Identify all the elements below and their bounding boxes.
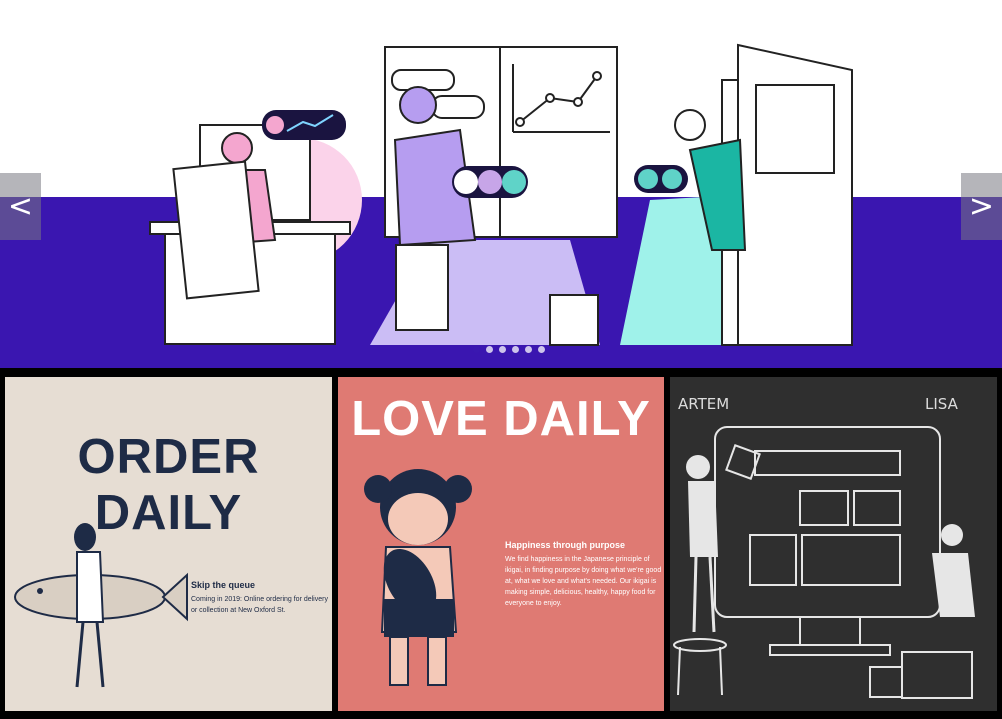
promo-tile-grid: ORDER DAILY Skip the queue Coming in 201…	[0, 371, 1002, 719]
tile-body: We find happiness in the Japanese princi…	[505, 556, 662, 607]
team-monitor-illustration	[673, 426, 975, 699]
tile-title: ORDER DAILY	[77, 430, 260, 540]
carousel-prev-button[interactable]: <	[0, 173, 41, 240]
carousel-next-button[interactable]: >	[961, 173, 1002, 240]
tile-heading: Happiness through purpose	[505, 540, 626, 550]
fish-carrier-illustration	[14, 523, 188, 688]
carousel-dot[interactable]	[538, 346, 545, 353]
name-lisa: LISA	[925, 395, 958, 413]
tile-copy: Happiness through purpose We find happin…	[505, 540, 664, 609]
hero-illustration	[0, 43, 1002, 368]
carousel-dot[interactable]	[473, 346, 480, 353]
love-daily-tile[interactable]: LOVE DAILY Happiness through purpose We …	[338, 377, 664, 711]
hero-carousel: < >	[0, 0, 1002, 368]
tile-copy: Skip the queue Coming in 2019: Online or…	[191, 580, 331, 616]
tile-body: Coming in 2019: Online ordering for deli…	[191, 596, 328, 614]
name-artem: ARTEM	[678, 395, 730, 413]
team-tile[interactable]: ARTEM LISA	[670, 377, 997, 711]
carousel-dot[interactable]	[525, 346, 532, 353]
carousel-dot[interactable]	[486, 346, 493, 353]
carousel-dots	[473, 346, 545, 353]
carousel-dot[interactable]	[499, 346, 506, 353]
tile-title: LOVE DAILY	[351, 392, 651, 446]
tile-heading: Skip the queue	[191, 580, 256, 590]
order-daily-tile[interactable]: ORDER DAILY Skip the queue Coming in 201…	[5, 377, 332, 711]
carousel-dot[interactable]	[512, 346, 519, 353]
